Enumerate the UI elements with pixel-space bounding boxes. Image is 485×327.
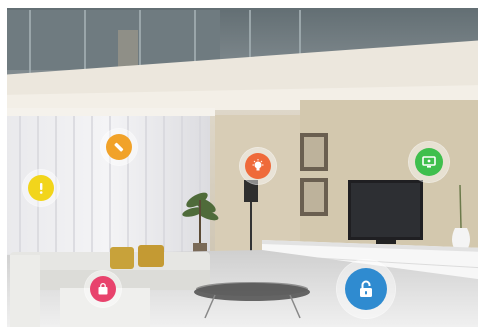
- alert-icon: [28, 175, 54, 201]
- pen-hotspot[interactable]: [101, 129, 137, 165]
- shopping-bag-icon: [90, 276, 116, 302]
- monitor-hotspot[interactable]: [409, 142, 449, 182]
- lock-hotspot[interactable]: [337, 260, 395, 318]
- pen-icon: [106, 134, 132, 160]
- bulb-icon: [245, 153, 271, 179]
- lock-icon: [345, 268, 387, 310]
- smart-home-scene: [0, 0, 485, 327]
- alert-hotspot[interactable]: [23, 170, 59, 206]
- monitor-icon: [415, 148, 443, 176]
- bulb-hotspot[interactable]: [240, 148, 276, 184]
- shopping-bag-hotspot[interactable]: [85, 271, 121, 307]
